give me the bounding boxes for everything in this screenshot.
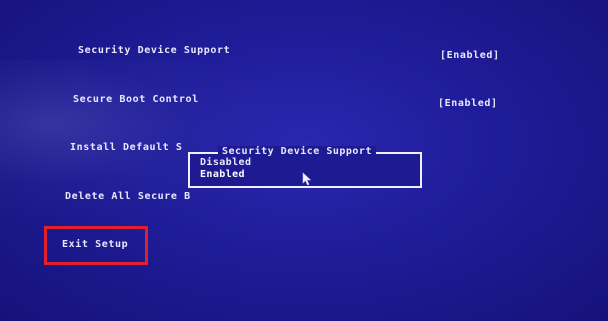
menu-item-delete-all-secure[interactable]: Delete All Secure B [65, 191, 191, 202]
exit-setup-highlight-box [44, 226, 148, 265]
menu-item-security-device-support[interactable]: Security Device Support [78, 45, 230, 56]
menu-item-label: Install Default S [70, 142, 183, 153]
menu-item-secure-boot-control[interactable]: Secure Boot Control [73, 94, 199, 105]
menu-item-value-secure-boot-control[interactable]: [Enabled] [438, 98, 498, 109]
menu-item-label: Delete All Secure B [65, 191, 191, 202]
menu-item-label: Secure Boot Control [73, 94, 199, 105]
menu-item-value-security-device-support[interactable]: [Enabled] [440, 50, 500, 61]
menu-item-label: Security Device Support [78, 45, 231, 56]
mouse-pointer-icon [302, 172, 312, 186]
popup-option-enabled[interactable]: Enabled [200, 169, 245, 180]
menu-item-install-default[interactable]: Install Default S [70, 142, 183, 153]
popup-option-disabled[interactable]: Disabled [200, 157, 251, 168]
popup-title: Security Device Support [218, 146, 376, 157]
